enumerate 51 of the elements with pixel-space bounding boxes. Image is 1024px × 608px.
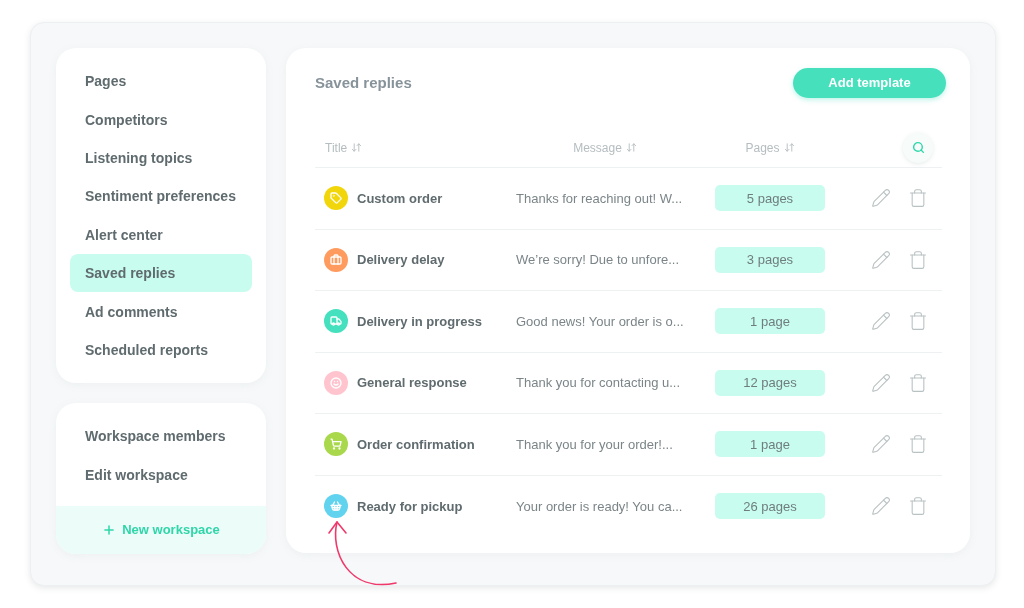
trash-icon[interactable] bbox=[908, 249, 928, 270]
sort-icon[interactable] bbox=[351, 142, 363, 153]
nav-item[interactable]: Alert center bbox=[70, 215, 252, 254]
nav-item[interactable]: Saved replies bbox=[70, 253, 252, 293]
page-count-pill: 5 pages bbox=[715, 185, 825, 212]
search-icon bbox=[911, 141, 925, 154]
template-title: Ready for pickup bbox=[357, 498, 463, 514]
page-count-pill: 12 pages bbox=[715, 369, 825, 396]
message-preview: We’re sorry! Due to unfore... bbox=[515, 252, 681, 268]
column-header: Title bbox=[325, 140, 348, 155]
pencil-icon[interactable] bbox=[871, 311, 891, 332]
column-header: Message bbox=[573, 140, 622, 155]
template-title: Custom order bbox=[357, 190, 443, 206]
template-title: Order confirmation bbox=[357, 436, 475, 452]
trash-icon[interactable] bbox=[908, 434, 928, 455]
message-preview: Your order is ready! You ca... bbox=[515, 498, 684, 514]
pencil-icon[interactable] bbox=[871, 372, 891, 393]
template-title: Delivery delay bbox=[357, 252, 445, 268]
column-header: Pages bbox=[745, 140, 780, 155]
message-preview: Thanks for reaching out! W... bbox=[515, 190, 684, 206]
page-count-pill: 1 page bbox=[715, 308, 825, 335]
search-button[interactable] bbox=[903, 132, 933, 163]
curved-arrow-annotation bbox=[328, 521, 397, 586]
trash-icon[interactable] bbox=[908, 496, 928, 517]
trash-icon[interactable] bbox=[908, 311, 928, 332]
plus-icon bbox=[102, 522, 117, 537]
pencil-icon[interactable] bbox=[871, 496, 891, 517]
nav-item[interactable]: Listening topics bbox=[70, 138, 252, 178]
sort-icon[interactable] bbox=[625, 142, 637, 153]
page-count-pill: 26 pages bbox=[715, 493, 825, 520]
pencil-icon[interactable] bbox=[871, 188, 891, 209]
trash-icon[interactable] bbox=[908, 372, 928, 393]
page-count-pill: 3 pages bbox=[715, 246, 825, 273]
message-preview: Good news! Your order is o... bbox=[515, 313, 685, 329]
panel-title: Saved replies bbox=[315, 74, 412, 91]
message-preview: Thank you for your order!... bbox=[515, 436, 674, 452]
page-count-pill: 1 page bbox=[715, 431, 825, 458]
message-preview: Thank you for contacting u... bbox=[515, 375, 682, 391]
nav-item[interactable]: Sentiment preferences bbox=[70, 177, 252, 216]
trash-icon[interactable] bbox=[908, 188, 928, 209]
pencil-icon[interactable] bbox=[871, 434, 891, 455]
nav-item[interactable]: Workspace members bbox=[70, 417, 252, 456]
nav-item[interactable]: Scheduled reports bbox=[70, 330, 252, 370]
sort-icon[interactable] bbox=[783, 142, 795, 153]
pencil-icon[interactable] bbox=[871, 249, 891, 270]
nav-item[interactable]: Ad comments bbox=[70, 292, 252, 331]
nav-item[interactable]: Pages bbox=[70, 62, 252, 101]
template-title: Delivery in progress bbox=[357, 313, 482, 329]
nav-item[interactable]: Competitors bbox=[70, 100, 252, 139]
nav-item[interactable]: Edit workspace bbox=[70, 455, 252, 494]
template-title: General response bbox=[357, 375, 467, 391]
